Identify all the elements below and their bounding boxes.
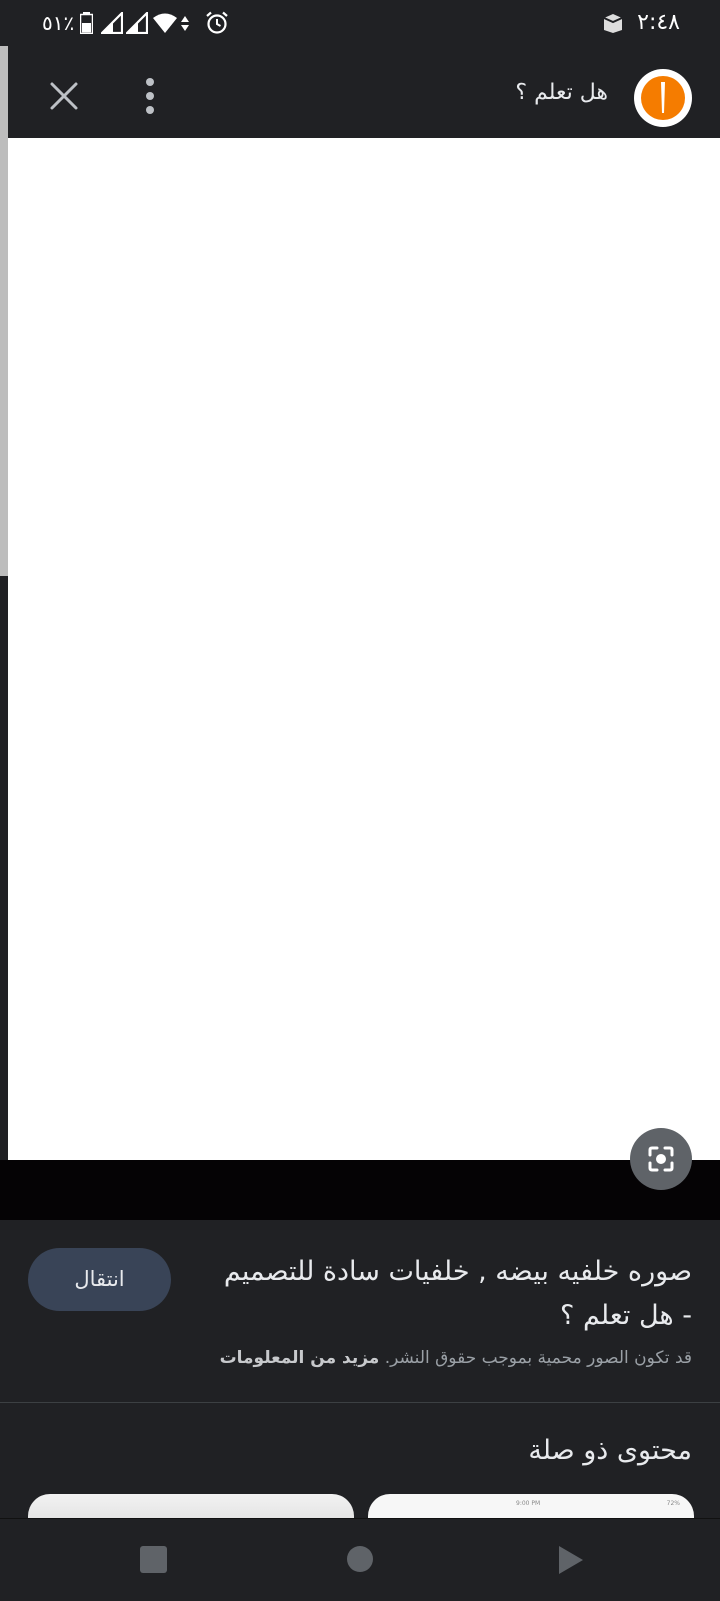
learn-more-link[interactable]: مزيد من المعلومات — [220, 1348, 380, 1368]
battery-percent: ٥١٪ — [42, 11, 75, 35]
site-title[interactable]: هل تعلم ؟ — [515, 80, 608, 105]
image-bottom-band — [0, 1160, 720, 1220]
result-title[interactable]: صوره خلفيه بيضه , خلفيات سادة للتصميم - … — [222, 1250, 692, 1338]
signal-icon — [101, 12, 123, 34]
data-arrows-icon — [181, 16, 189, 31]
signal-icon — [126, 12, 148, 34]
copyright-text: قد تكون الصور محمية بموجب حقوق النشر. — [384, 1348, 692, 1368]
copyright-note: قد تكون الصور محمية بموجب حقوق النشر. مز… — [220, 1348, 692, 1368]
battery-icon — [80, 12, 93, 34]
alarm-icon — [206, 11, 228, 34]
site-logo-icon — [634, 69, 692, 127]
scroll-indicator — [0, 46, 8, 576]
thumb-time: 9:00 PM — [516, 1500, 541, 1507]
back-triangle-icon[interactable] — [558, 1545, 584, 1575]
status-time: ٢:٤٨ — [637, 10, 680, 35]
home-circle-icon[interactable] — [347, 1546, 373, 1572]
related-heading: محتوى ذو صلة — [528, 1435, 692, 1466]
divider — [0, 1402, 720, 1403]
box-icon — [603, 14, 623, 33]
more-vert-icon[interactable] — [134, 74, 166, 118]
visit-button[interactable]: انتقال — [28, 1248, 171, 1311]
preview-image[interactable] — [8, 138, 720, 1160]
wifi-icon — [153, 13, 177, 33]
thumb-battery: 72% — [666, 1500, 680, 1507]
google-lens-icon[interactable] — [630, 1128, 692, 1190]
recents-square-icon[interactable] — [140, 1546, 167, 1573]
close-icon[interactable] — [42, 74, 86, 118]
app-bar — [0, 46, 720, 138]
